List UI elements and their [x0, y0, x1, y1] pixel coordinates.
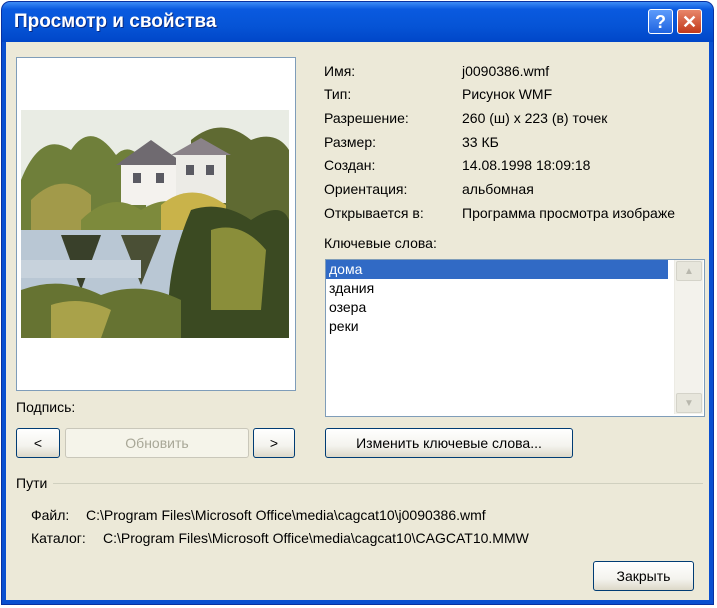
close-icon[interactable]: ✕ — [677, 9, 702, 34]
created-value: 14.08.1998 18:09:18 — [462, 157, 591, 173]
orientation-value: альбомная — [462, 181, 534, 197]
refresh-button[interactable]: Обновить — [65, 428, 249, 458]
keywords-list[interactable]: дома здания озера реки ▲ ▼ — [325, 259, 705, 417]
dialog-window: Просмотр и свойства ? ✕ Имя: j0090386.wm… — [2, 2, 713, 604]
opens-in-label: Открывается в: — [324, 205, 424, 221]
window-title: Просмотр и свойства — [14, 11, 217, 32]
scroll-down-icon[interactable]: ▼ — [676, 393, 702, 413]
keyword-item-zdaniya[interactable]: здания — [326, 279, 668, 298]
resolution-label: Разрешение: — [324, 110, 409, 126]
paths-header: Пути — [16, 475, 48, 491]
keyword-item-doma[interactable]: дома — [326, 260, 668, 279]
image-preview — [16, 57, 296, 391]
type-value: Рисунок WMF — [462, 86, 553, 102]
keyword-item-ozera[interactable]: озера — [326, 298, 668, 317]
keyword-item-reki[interactable]: реки — [326, 317, 668, 336]
dialog-body: Имя: j0090386.wmf Тип: Рисунок WMF Разре… — [6, 42, 709, 600]
catalog-path-label: Каталог: — [31, 530, 86, 546]
created-label: Создан: — [324, 157, 376, 173]
next-button[interactable]: > — [253, 428, 295, 458]
file-path-value: C:\Program Files\Microsoft Office\media\… — [86, 507, 486, 523]
caption-label: Подпись: — [16, 399, 76, 415]
paths-divider — [53, 483, 703, 484]
catalog-path-value: C:\Program Files\Microsoft Office\media\… — [103, 530, 529, 546]
scroll-up-icon[interactable]: ▲ — [676, 261, 702, 281]
title-bar[interactable]: Просмотр и свойства ? ✕ — [2, 2, 713, 42]
preview-image — [21, 110, 289, 338]
size-label: Размер: — [324, 134, 377, 150]
keywords-scrollbar[interactable]: ▲ ▼ — [674, 260, 703, 414]
name-value: j0090386.wmf — [462, 63, 550, 79]
opens-in-value: Программа просмотра изображе — [462, 205, 675, 221]
name-label: Имя: — [324, 63, 356, 79]
file-path-label: Файл: — [31, 507, 70, 523]
prev-button[interactable]: < — [16, 428, 60, 458]
orientation-label: Ориентация: — [324, 181, 408, 197]
close-button[interactable]: Закрыть — [593, 561, 694, 591]
keywords-label: Ключевые слова: — [324, 235, 437, 251]
help-icon[interactable]: ? — [648, 9, 673, 34]
type-label: Тип: — [324, 86, 352, 102]
size-value: 33 КБ — [462, 134, 499, 150]
edit-keywords-button[interactable]: Изменить ключевые слова... — [325, 428, 573, 458]
resolution-value: 260 (ш) х 223 (в) точек — [462, 110, 608, 126]
